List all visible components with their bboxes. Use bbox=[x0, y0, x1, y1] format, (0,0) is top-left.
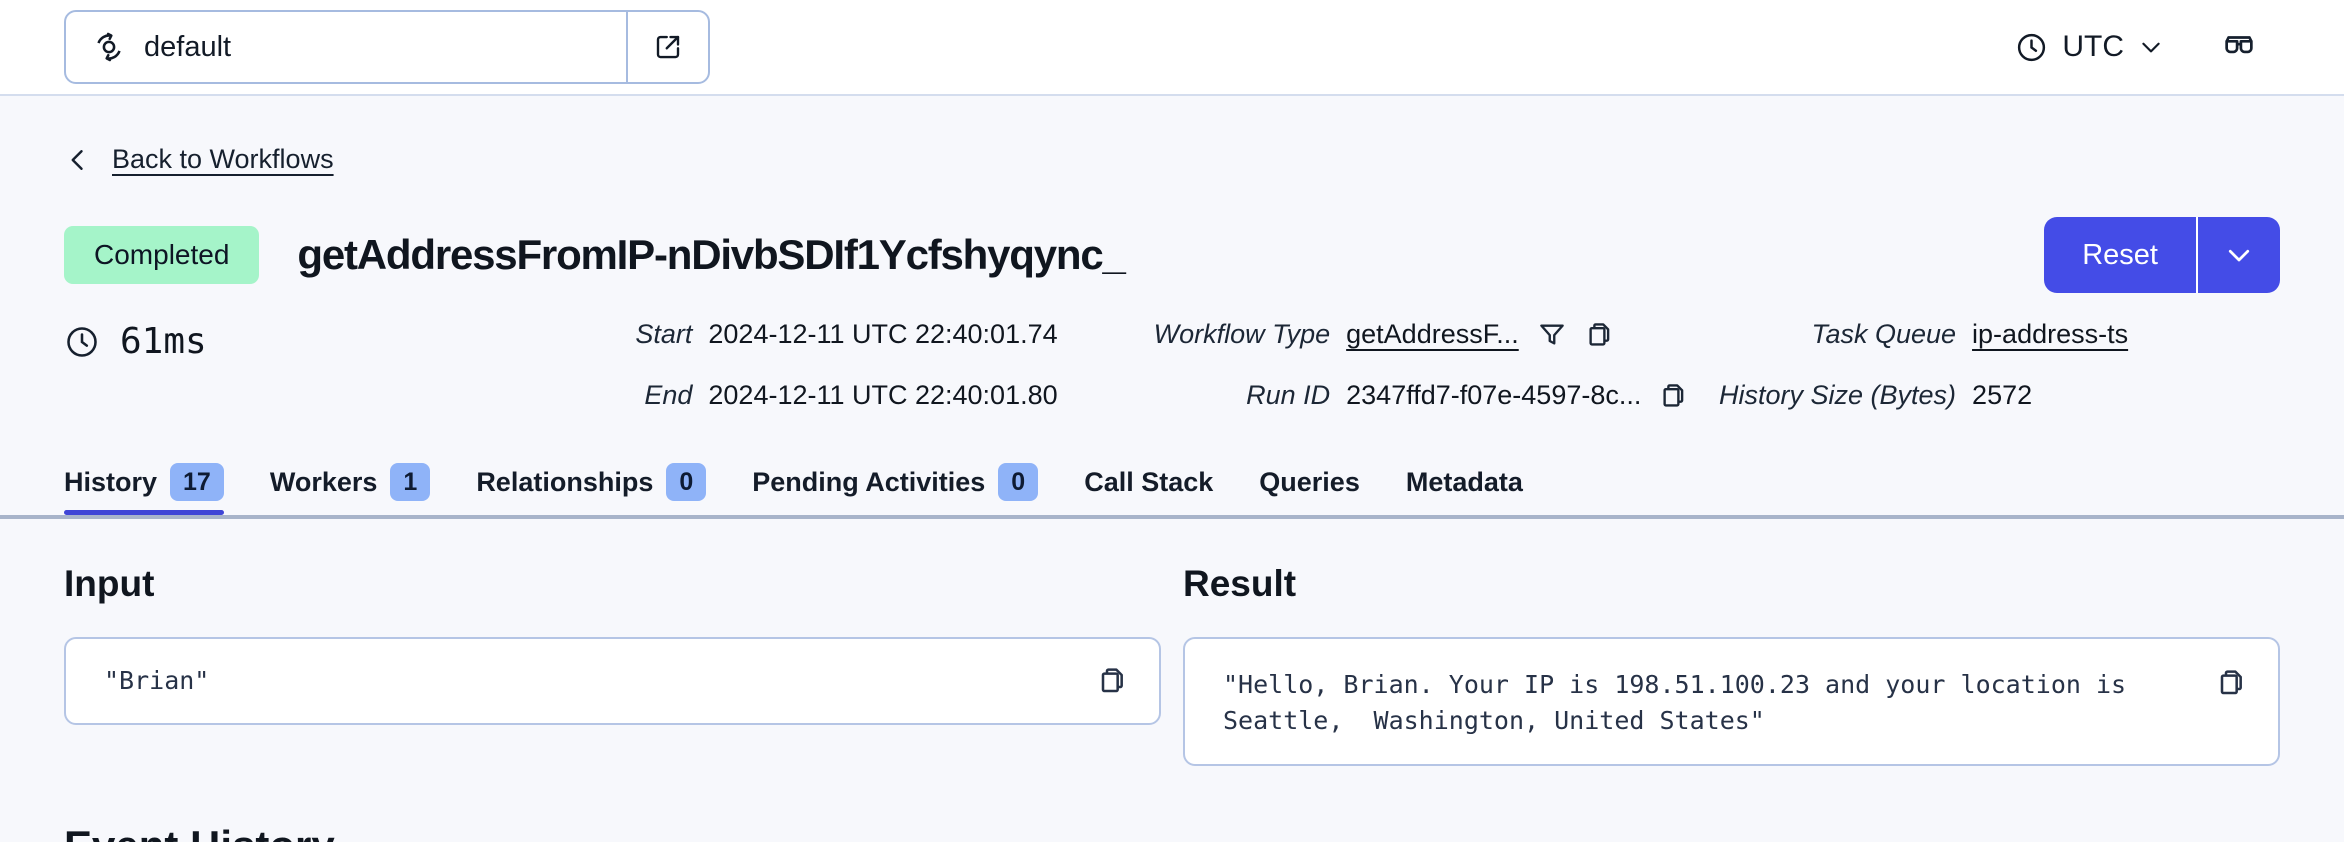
history-size-value: 2572 bbox=[1972, 380, 2033, 410]
tab-label: Queries bbox=[1259, 466, 1360, 497]
copy-input-button[interactable] bbox=[1097, 665, 1129, 697]
end-label: End bbox=[644, 380, 693, 410]
run-id-value: 2347ffd7-f07e-4597-8c... bbox=[1346, 380, 1642, 410]
tab-label: Workers bbox=[269, 466, 378, 497]
glasses-icon bbox=[2220, 28, 2258, 66]
workflow-type-link[interactable]: getAddressF... bbox=[1346, 319, 1519, 350]
namespace-selector[interactable]: default bbox=[64, 10, 710, 84]
task-queue-link[interactable]: ip-address-ts bbox=[1972, 319, 2128, 350]
workflow-tabs: History 17 Workers 1 Relationships 0 Pen… bbox=[64, 463, 2280, 515]
tabs-divider bbox=[0, 515, 2344, 519]
filter-icon bbox=[1537, 320, 1567, 350]
tab-count-badge: 0 bbox=[666, 463, 707, 501]
result-heading: Result bbox=[1183, 563, 1297, 604]
namespace-icon bbox=[92, 30, 126, 64]
external-link-icon bbox=[653, 32, 683, 62]
copy-icon bbox=[2216, 667, 2248, 699]
run-id-label: Run ID bbox=[1246, 380, 1331, 410]
workflow-summary-details: 61ms Start 2024-12-11 UTC 22:40:01.74 En… bbox=[64, 319, 2280, 411]
tab-label: Metadata bbox=[1405, 466, 1523, 497]
tab-metadata[interactable]: Metadata bbox=[1406, 467, 1523, 512]
reset-split-button: Reset bbox=[2044, 217, 2280, 293]
clock-icon bbox=[64, 324, 100, 360]
result-code-box: "Hello, Brian. Your IP is 198.51.100.23 … bbox=[1183, 637, 2280, 766]
event-history-heading: Event History bbox=[64, 822, 2280, 842]
tab-label: History bbox=[64, 466, 158, 497]
chevron-down-icon bbox=[2224, 240, 2254, 270]
namespace-current-value: default bbox=[144, 30, 232, 63]
status-badge: Completed bbox=[64, 226, 260, 284]
filter-by-type-button[interactable] bbox=[1537, 320, 1567, 350]
tab-history[interactable]: History 17 bbox=[64, 463, 224, 515]
namespace-selector-main[interactable]: default bbox=[66, 12, 626, 82]
namespace-external-link-button[interactable] bbox=[626, 12, 708, 82]
tab-label: Relationships bbox=[476, 466, 654, 497]
clock-icon bbox=[2015, 31, 2048, 64]
input-heading: Input bbox=[64, 563, 155, 604]
start-value: 2024-12-11 UTC 22:40:01.74 bbox=[708, 319, 1058, 349]
tab-label: Call Stack bbox=[1084, 466, 1214, 497]
result-value: "Hello, Brian. Your IP is 198.51.100.23 … bbox=[1223, 670, 2142, 736]
top-navigation-bar: default UTC bbox=[0, 0, 2344, 96]
tab-count-badge: 0 bbox=[998, 463, 1039, 501]
tab-label: Pending Activities bbox=[752, 466, 986, 497]
copy-result-button[interactable] bbox=[2216, 667, 2248, 699]
workflow-duration: 61ms bbox=[120, 321, 207, 362]
tab-pending-activities[interactable]: Pending Activities 0 bbox=[752, 463, 1039, 515]
copy-icon bbox=[1585, 320, 1615, 350]
tab-count-badge: 1 bbox=[390, 463, 431, 501]
chevron-left-icon bbox=[64, 146, 92, 174]
result-section: Result "Hello, Brian. Your IP is 198.51.… bbox=[1183, 563, 2280, 766]
tab-workers[interactable]: Workers 1 bbox=[269, 463, 431, 515]
input-section: Input "Brian" bbox=[64, 563, 1161, 766]
input-code-box: "Brian" bbox=[64, 637, 1161, 726]
reset-button[interactable]: Reset bbox=[2044, 217, 2196, 293]
timezone-selector[interactable]: UTC bbox=[2015, 30, 2164, 64]
reset-dropdown-button[interactable] bbox=[2196, 217, 2280, 293]
tab-relationships[interactable]: Relationships 0 bbox=[476, 463, 707, 515]
copy-icon bbox=[1659, 381, 1689, 411]
input-value: "Brian" bbox=[104, 666, 210, 695]
tab-call-stack[interactable]: Call Stack bbox=[1084, 467, 1213, 512]
back-to-workflows-link[interactable]: Back to Workflows bbox=[112, 144, 334, 175]
workflow-type-label: Workflow Type bbox=[1153, 319, 1331, 349]
end-value: 2024-12-11 UTC 22:40:01.80 bbox=[708, 380, 1058, 410]
timezone-label: UTC bbox=[2062, 30, 2124, 63]
labs-mode-toggle[interactable] bbox=[2220, 28, 2258, 66]
copy-icon bbox=[1097, 665, 1129, 697]
copy-workflow-type-button[interactable] bbox=[1585, 320, 1615, 350]
tab-queries[interactable]: Queries bbox=[1259, 467, 1360, 512]
workflow-detail-page: Back to Workflows Completed getAddressFr… bbox=[0, 144, 2344, 842]
workflow-title: getAddressFromIP-nDivbSDIf1Ycfshyqync_ bbox=[297, 231, 1125, 278]
copy-run-id-button[interactable] bbox=[1659, 381, 1689, 411]
task-queue-label: Task Queue bbox=[1811, 319, 1957, 349]
start-label: Start bbox=[635, 319, 693, 349]
chevron-down-icon bbox=[2138, 34, 2164, 60]
history-size-label: History Size (Bytes) bbox=[1719, 380, 1957, 410]
tab-count-badge: 17 bbox=[170, 463, 224, 501]
